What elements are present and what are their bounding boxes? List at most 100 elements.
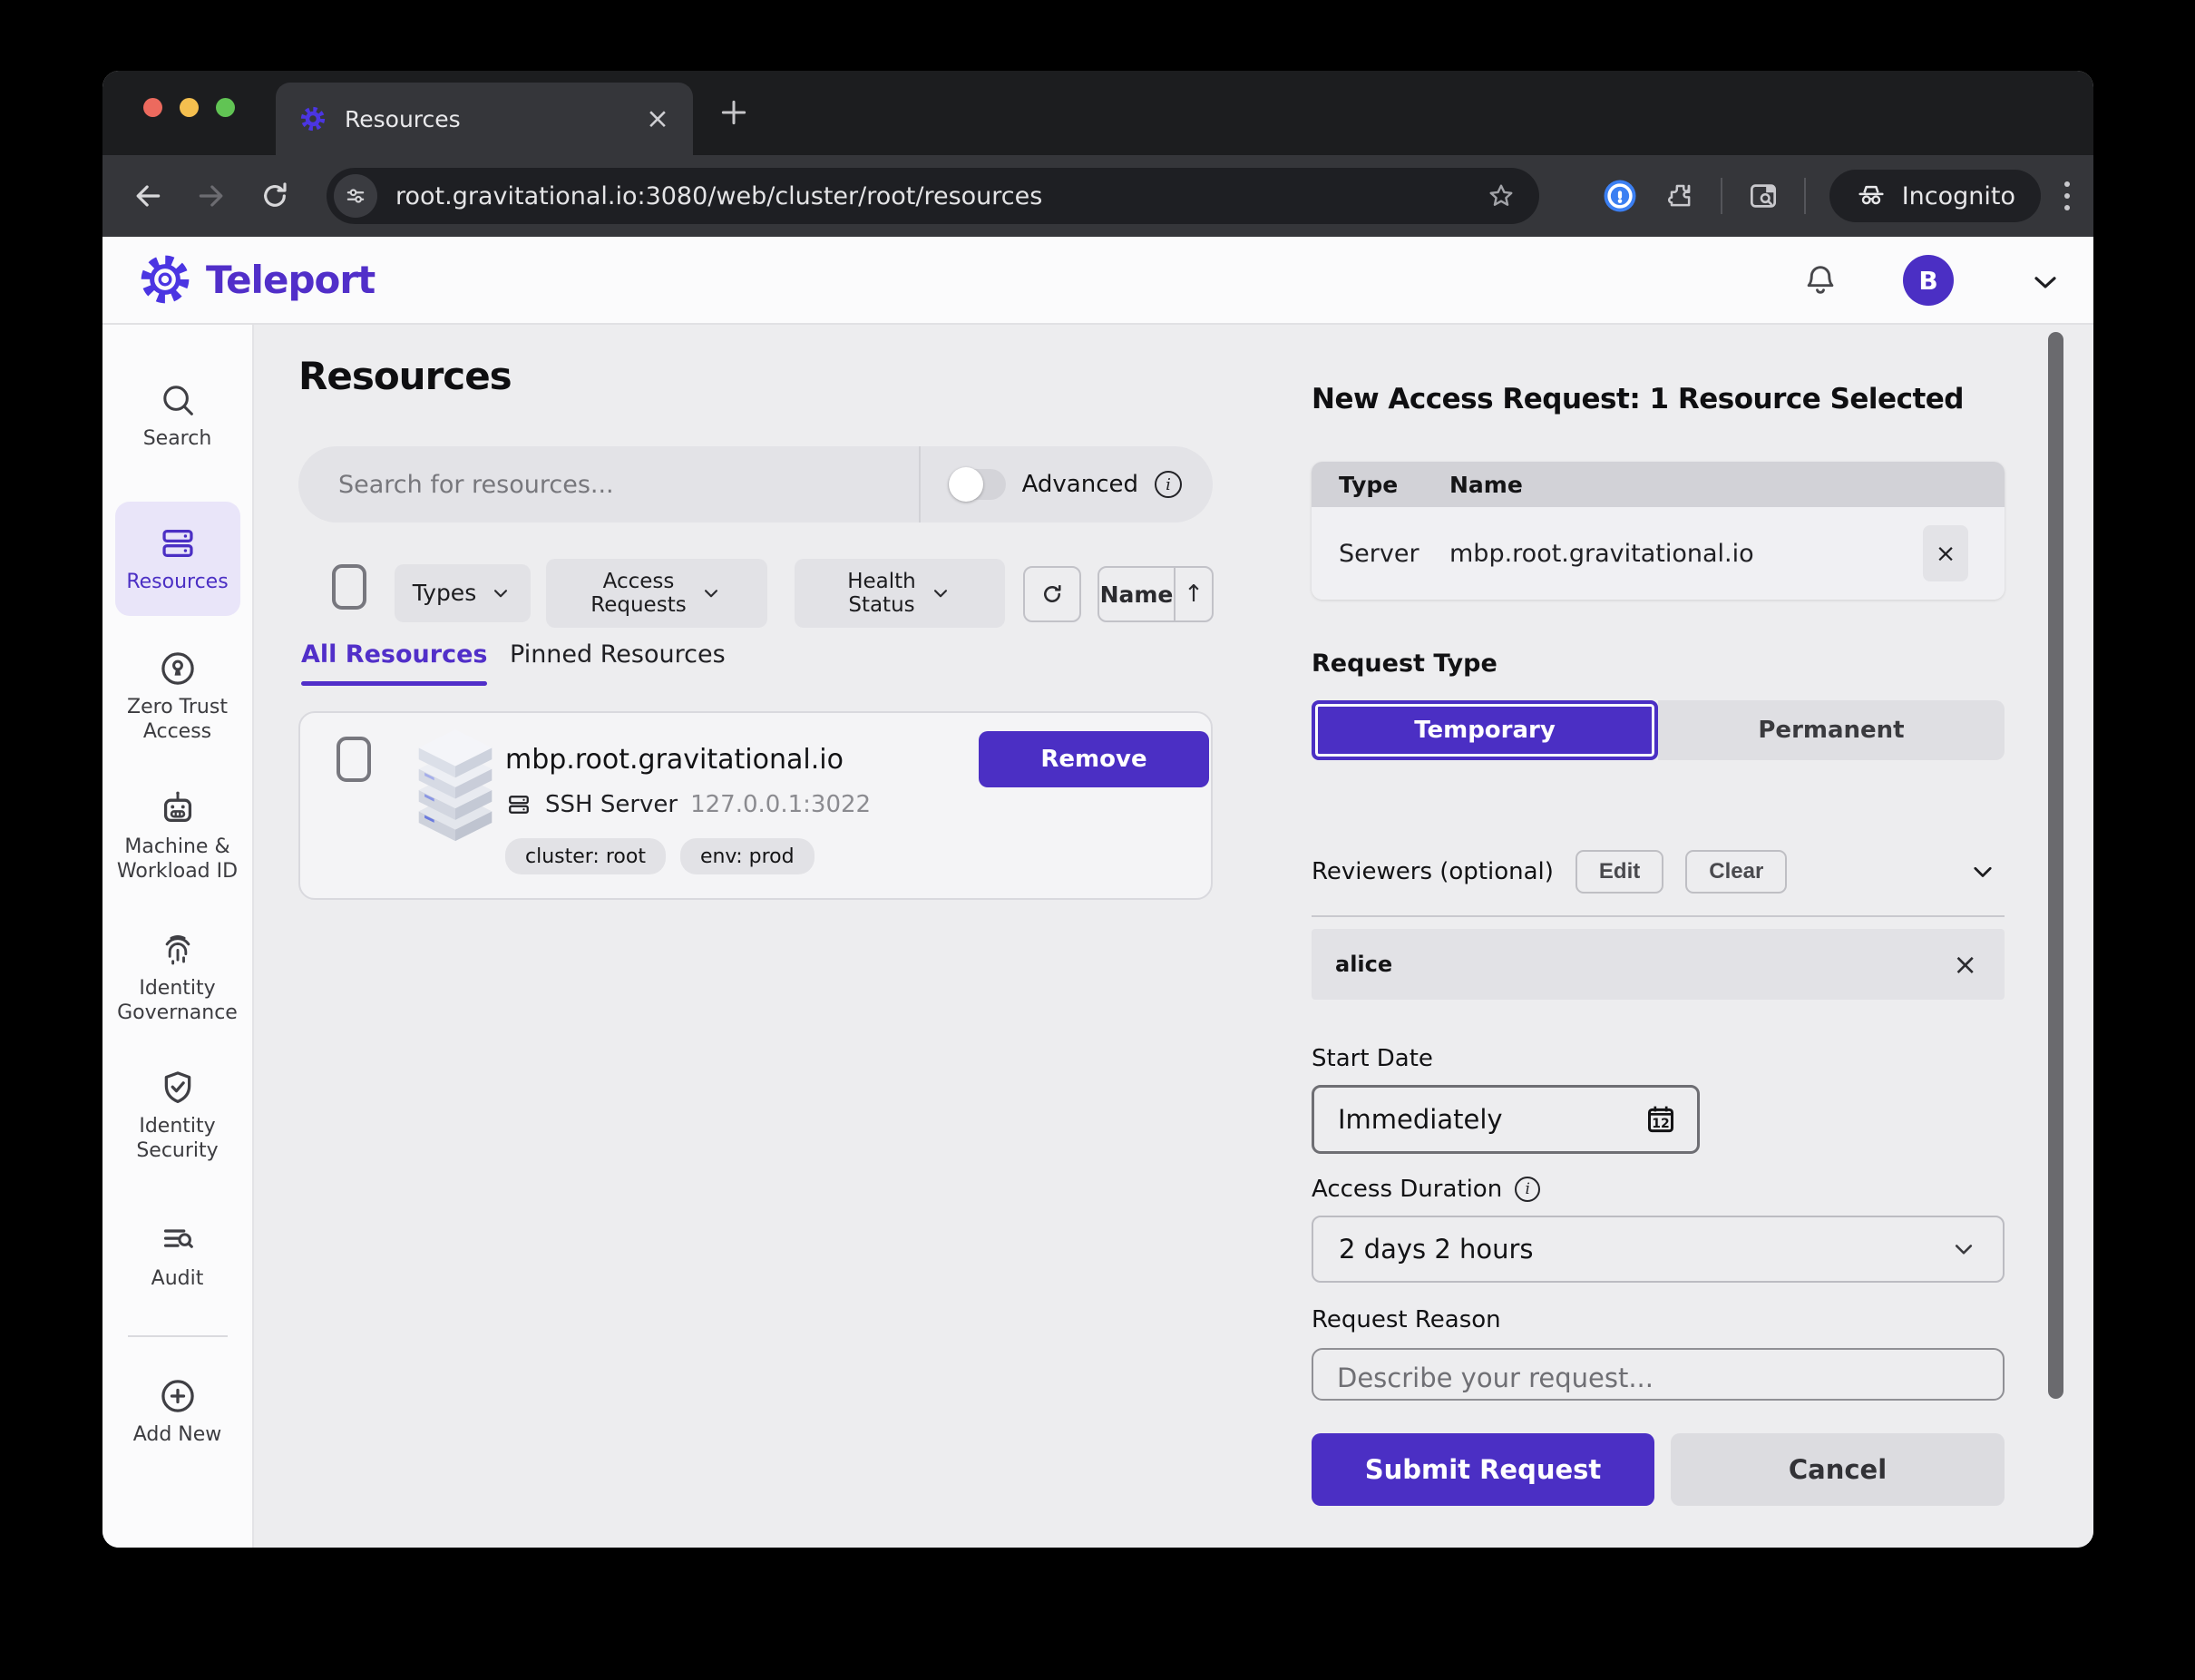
toolbar-divider xyxy=(1721,178,1722,214)
health-status-filter-dropdown[interactable]: Health Status xyxy=(795,559,1005,628)
sidebar-item-resources[interactable]: Resources xyxy=(102,523,252,594)
label-chip[interactable]: cluster: root xyxy=(505,838,666,874)
back-icon[interactable] xyxy=(130,178,166,214)
reviewers-clear-button[interactable]: Clear xyxy=(1685,850,1787,894)
robot-icon xyxy=(157,787,199,829)
resources-search-bar: Advanced i xyxy=(298,446,1213,523)
browser-tab[interactable]: Resources × xyxy=(276,83,693,155)
label-chip[interactable]: env: prod xyxy=(680,838,815,874)
user-avatar[interactable]: B xyxy=(1903,255,1954,306)
advanced-toggle[interactable] xyxy=(948,469,1006,500)
bookmark-star-icon[interactable] xyxy=(1485,180,1517,212)
chevron-down-icon xyxy=(489,581,512,605)
start-date-input[interactable]: Immediately 12 xyxy=(1312,1085,1700,1154)
reviewers-edit-button[interactable]: Edit xyxy=(1576,850,1663,894)
refresh-resources-button[interactable] xyxy=(1023,566,1081,622)
access-duration-info-icon[interactable]: i xyxy=(1515,1177,1540,1202)
access-duration-header: Access Duration i xyxy=(1312,1176,1540,1203)
reviewers-header: Reviewers (optional) Edit Clear xyxy=(1312,850,2005,894)
resource-checkbox[interactable] xyxy=(337,737,371,782)
remove-reviewer-icon[interactable]: × xyxy=(1953,947,1977,982)
shield-check-icon xyxy=(157,1067,199,1109)
window-minimize-button[interactable] xyxy=(180,98,199,117)
url-text[interactable]: root.gravitational.io:3080/web/cluster/r… xyxy=(395,182,1485,210)
resource-name-cell: mbp.root.gravitational.io xyxy=(1449,540,1754,568)
sort-by-name-button[interactable]: Name ↑ xyxy=(1098,566,1214,622)
sidebar-item-search[interactable]: Search xyxy=(102,379,252,451)
teleport-header: Teleport B xyxy=(102,237,2093,325)
server-icon xyxy=(505,791,532,818)
request-reason-textarea[interactable] xyxy=(1312,1348,2005,1401)
resource-name[interactable]: mbp.root.gravitational.io xyxy=(505,744,844,776)
server-stack-illustration xyxy=(407,722,503,858)
teleport-logo[interactable]: Teleport xyxy=(139,253,375,306)
toolbar-divider xyxy=(1804,178,1806,214)
chevron-down-icon xyxy=(929,581,952,605)
window-close-button[interactable] xyxy=(143,98,162,117)
sidebar-item-identity-security[interactable]: Identity Security xyxy=(102,1067,252,1163)
start-date-label: Start Date xyxy=(1312,1045,1433,1072)
active-tab-underline xyxy=(301,681,487,686)
svg-text:12: 12 xyxy=(1652,1117,1669,1131)
brand-name: Teleport xyxy=(206,258,375,302)
notifications-bell-icon[interactable] xyxy=(1800,260,1840,300)
toolbar-right-cluster: Incognito xyxy=(1601,155,2070,237)
access-request-panel: New Access Request: 1 Resource Selected … xyxy=(1312,325,2005,1548)
fingerprint-icon xyxy=(157,929,199,971)
reviewers-collapse-chevron-icon[interactable] xyxy=(1966,855,1999,888)
access-requests-filter-dropdown[interactable]: Access Requests xyxy=(546,559,767,628)
tab-all-resources[interactable]: All Resources xyxy=(301,640,487,686)
resource-card[interactable]: mbp.root.gravitational.io SSH Server 127… xyxy=(298,711,1213,900)
submit-request-button[interactable]: Submit Request xyxy=(1312,1433,1654,1506)
types-filter-dropdown[interactable]: Types xyxy=(395,564,531,622)
remove-from-request-button[interactable]: × xyxy=(1923,525,1968,581)
request-type-segmented-control: Temporary Permanent xyxy=(1312,700,2005,760)
address-bar[interactable]: root.gravitational.io:3080/web/cluster/r… xyxy=(327,168,1539,224)
page-content: Search Resources Zero Trust Access xyxy=(102,325,2093,1548)
select-all-checkbox[interactable] xyxy=(332,564,366,610)
cancel-button[interactable]: Cancel xyxy=(1671,1433,2005,1506)
advanced-info-icon[interactable]: i xyxy=(1155,471,1182,498)
servers-icon xyxy=(157,523,199,564)
new-tab-button[interactable] xyxy=(716,94,752,131)
request-type-permanent-button[interactable]: Permanent xyxy=(1658,700,2005,760)
account-chevron-down-icon[interactable] xyxy=(2027,264,2063,300)
reload-icon[interactable] xyxy=(257,178,293,214)
column-header-name: Name xyxy=(1449,472,1523,498)
window-zoom-button[interactable] xyxy=(216,98,235,117)
reviewer-row: alice × xyxy=(1312,929,2005,1000)
sidebar-item-machine-workload-id[interactable]: Machine & Workload ID xyxy=(102,787,252,884)
extensions-puzzle-icon[interactable] xyxy=(1663,179,1697,213)
reviewers-divider xyxy=(1312,915,2005,917)
sidebar-item-audit[interactable]: Audit xyxy=(102,1219,252,1291)
table-row: Server mbp.root.gravitational.io × xyxy=(1312,507,2005,600)
page-scrollbar[interactable] xyxy=(2048,332,2063,1399)
side-panel-search-icon[interactable] xyxy=(1746,179,1780,213)
incognito-label: Incognito xyxy=(1902,182,2015,210)
incognito-badge: Incognito xyxy=(1829,170,2041,222)
sidebar-item-identity-governance[interactable]: Identity Governance xyxy=(102,929,252,1025)
resource-type-cell: Server xyxy=(1339,540,1420,568)
sidebar-divider xyxy=(128,1335,228,1337)
chevron-down-icon xyxy=(1948,1234,1979,1265)
password-manager-extension-icon[interactable] xyxy=(1601,177,1639,215)
request-type-temporary-button[interactable]: Temporary xyxy=(1312,700,1658,760)
calendar-icon[interactable]: 12 xyxy=(1643,1101,1679,1138)
search-input[interactable] xyxy=(298,446,919,523)
sidebar-item-zero-trust-access[interactable]: Zero Trust Access xyxy=(102,648,252,744)
browser-toolbar: root.gravitational.io:3080/web/cluster/r… xyxy=(102,155,2093,237)
remove-resource-button[interactable]: Remove xyxy=(979,731,1209,787)
tab-close-icon[interactable]: × xyxy=(646,105,669,133)
browser-menu-icon[interactable] xyxy=(2064,181,2070,210)
tab-pinned-resources[interactable]: Pinned Resources xyxy=(510,640,726,669)
resources-main: Resources Advanced i Types Access R xyxy=(254,325,2093,1548)
sidebar-item-add-new[interactable]: Add New xyxy=(102,1375,252,1447)
selected-resources-table: Type Name Server mbp.root.gravitational.… xyxy=(1312,462,2005,600)
advanced-search-control: Advanced i xyxy=(921,469,1213,500)
sort-ascending-icon: ↑ xyxy=(1176,581,1212,608)
site-settings-button[interactable] xyxy=(334,174,377,218)
access-duration-select[interactable]: 2 days 2 hours xyxy=(1312,1216,2005,1283)
forward-icon[interactable] xyxy=(193,178,229,214)
page-title: Resources xyxy=(298,354,512,398)
tune-icon xyxy=(342,182,369,210)
